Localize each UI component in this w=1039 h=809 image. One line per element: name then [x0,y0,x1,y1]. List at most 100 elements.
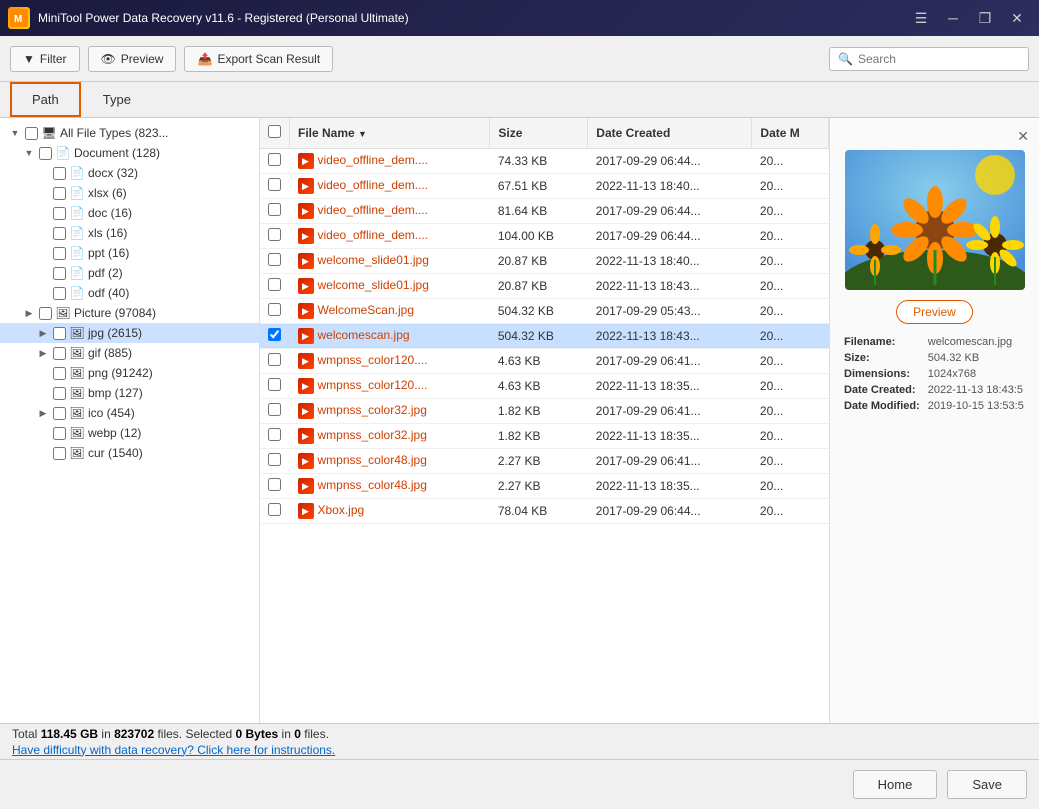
checkbox-gif[interactable] [53,347,66,360]
sidebar-item-odf[interactable]: 📄 odf (40) [0,283,259,303]
table-row[interactable]: ▶welcome_slide01.jpg 20.87 KB 2022-11-13… [260,274,829,299]
menu-button[interactable]: ☰ [907,4,935,32]
table-row[interactable]: ▶video_offline_dem.... 74.33 KB 2017-09-… [260,149,829,174]
checkbox-xls[interactable] [53,227,66,240]
row-filename[interactable]: ▶video_offline_dem.... [290,149,490,174]
sidebar-item-jpg[interactable]: ▶ 🖼 jpg (2615) [0,323,259,343]
table-row[interactable]: ▶wmpnss_color48.jpg 2.27 KB 2022-11-13 1… [260,474,829,499]
search-input[interactable] [858,52,1020,66]
sidebar-item-cur[interactable]: 🖼 cur (1540) [0,443,259,463]
table-row[interactable]: ▶video_offline_dem.... 104.00 KB 2017-09… [260,224,829,249]
row-filename[interactable]: ▶Xbox.jpg [290,499,490,524]
sidebar-item-gif[interactable]: ▶ 🖼 gif (885) [0,343,259,363]
sidebar-item-ppt[interactable]: 📄 ppt (16) [0,243,259,263]
checkbox-doc[interactable] [53,207,66,220]
collapse-arrow-doc[interactable]: ▼ [22,146,36,160]
table-row[interactable]: ▶wmpnss_color120.... 4.63 KB 2017-09-29 … [260,349,829,374]
row-filename[interactable]: ▶welcome_slide01.jpg [290,274,490,299]
row-checkbox[interactable] [268,253,281,266]
preview-button[interactable]: 👁 Preview [88,46,177,72]
row-filename[interactable]: ▶welcomescan.jpg [290,324,490,349]
checkbox-ico[interactable] [53,407,66,420]
minimize-button[interactable]: ─ [939,4,967,32]
preview-close-button[interactable]: ✕ [1017,128,1029,145]
checkbox-all-file-types[interactable] [25,127,38,140]
table-row[interactable]: ▶video_offline_dem.... 67.51 KB 2022-11-… [260,174,829,199]
home-button[interactable]: Home [853,770,938,799]
collapse-arrow[interactable]: ▼ [8,126,22,140]
col-size[interactable]: Size [490,118,588,149]
sidebar-item-docx[interactable]: 📄 docx (32) [0,163,259,183]
row-checkbox[interactable] [268,153,281,166]
preview-action-button[interactable]: Preview [896,300,973,324]
row-filename[interactable]: ▶wmpnss_color120.... [290,349,490,374]
sidebar-item-document[interactable]: ▼ 📄 Document (128) [0,143,259,163]
table-row[interactable]: ▶wmpnss_color120.... 4.63 KB 2022-11-13 … [260,374,829,399]
sidebar-item-xls[interactable]: 📄 xls (16) [0,223,259,243]
row-checkbox[interactable] [268,178,281,191]
tab-path[interactable]: Path [10,82,81,117]
restore-button[interactable]: ❐ [971,4,999,32]
row-checkbox[interactable] [268,278,281,291]
tab-type[interactable]: Type [81,82,153,117]
sidebar-item-png[interactable]: 🖼 png (91242) [0,363,259,383]
row-checkbox[interactable] [268,453,281,466]
row-checkbox[interactable] [268,478,281,491]
filter-button[interactable]: ▼ Filter [10,46,80,72]
row-filename[interactable]: ▶wmpnss_color32.jpg [290,424,490,449]
checkbox-odf[interactable] [53,287,66,300]
row-checkbox[interactable] [268,203,281,216]
save-button[interactable]: Save [947,770,1027,799]
row-checkbox[interactable] [268,428,281,441]
sidebar-item-all-file-types[interactable]: ▼ 🖥 All File Types (823... [0,123,259,143]
checkbox-pdf[interactable] [53,267,66,280]
collapse-arrow-gif[interactable]: ▶ [36,346,50,360]
table-row[interactable]: ▶wmpnss_color48.jpg 2.27 KB 2017-09-29 0… [260,449,829,474]
collapse-arrow-jpg[interactable]: ▶ [36,326,50,340]
col-date-created[interactable]: Date Created [588,118,752,149]
sidebar-item-ico[interactable]: ▶ 🖼 ico (454) [0,403,259,423]
checkbox-bmp[interactable] [53,387,66,400]
sidebar-item-webp[interactable]: 🖼 webp (12) [0,423,259,443]
row-checkbox[interactable] [268,403,281,416]
checkbox-jpg[interactable] [53,327,66,340]
checkbox-document[interactable] [39,147,52,160]
table-row[interactable]: ▶wmpnss_color32.jpg 1.82 KB 2017-09-29 0… [260,399,829,424]
sidebar-item-picture[interactable]: ▶ 🖼 Picture (97084) [0,303,259,323]
row-checkbox[interactable] [268,378,281,391]
checkbox-xlsx[interactable] [53,187,66,200]
checkbox-png[interactable] [53,367,66,380]
col-date-modified[interactable]: Date M [752,118,829,149]
collapse-arrow-picture[interactable]: ▶ [22,306,36,320]
row-filename[interactable]: ▶video_offline_dem.... [290,199,490,224]
close-button[interactable]: ✕ [1003,4,1031,32]
table-row[interactable]: ▶Xbox.jpg 78.04 KB 2017-09-29 06:44... 2… [260,499,829,524]
sidebar-item-bmp[interactable]: 🖼 bmp (127) [0,383,259,403]
checkbox-ppt[interactable] [53,247,66,260]
row-filename[interactable]: ▶wmpnss_color120.... [290,374,490,399]
row-filename[interactable]: ▶wmpnss_color48.jpg [290,474,490,499]
row-filename[interactable]: ▶wmpnss_color48.jpg [290,449,490,474]
row-filename[interactable]: ▶WelcomeScan.jpg [290,299,490,324]
table-row[interactable]: ▶wmpnss_color32.jpg 1.82 KB 2022-11-13 1… [260,424,829,449]
row-checkbox[interactable] [268,303,281,316]
help-link[interactable]: Have difficulty with data recovery? Clic… [12,743,1027,757]
row-filename[interactable]: ▶video_offline_dem.... [290,224,490,249]
table-row[interactable]: ▶video_offline_dem.... 81.64 KB 2017-09-… [260,199,829,224]
row-checkbox[interactable] [268,228,281,241]
checkbox-docx[interactable] [53,167,66,180]
sidebar-item-xlsx[interactable]: 📄 xlsx (6) [0,183,259,203]
col-filename[interactable]: File Name ▼ [290,118,490,149]
row-filename[interactable]: ▶wmpnss_color32.jpg [290,399,490,424]
collapse-arrow-ico[interactable]: ▶ [36,406,50,420]
select-all-checkbox[interactable] [268,125,281,138]
row-checkbox[interactable] [268,503,281,516]
row-filename[interactable]: ▶video_offline_dem.... [290,174,490,199]
export-button[interactable]: 📤 Export Scan Result [184,46,333,72]
checkbox-webp[interactable] [53,427,66,440]
table-row[interactable]: ▶WelcomeScan.jpg 504.32 KB 2017-09-29 05… [260,299,829,324]
table-row[interactable]: ▶welcomescan.jpg 504.32 KB 2022-11-13 18… [260,324,829,349]
row-checkbox[interactable] [268,328,281,341]
checkbox-picture[interactable] [39,307,52,320]
sidebar-item-pdf[interactable]: 📄 pdf (2) [0,263,259,283]
